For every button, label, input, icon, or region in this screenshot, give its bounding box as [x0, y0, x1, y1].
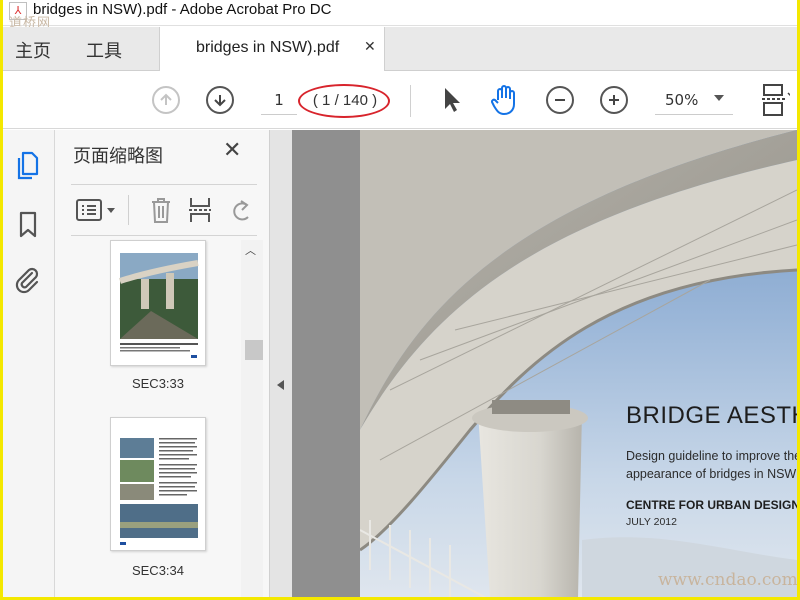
- page-thumbnail[interactable]: [110, 417, 206, 551]
- panel-collapse-strip[interactable]: [270, 130, 292, 597]
- cover-photo: [360, 130, 797, 597]
- navigation-rail: [3, 130, 55, 597]
- bookmark-icon[interactable]: [17, 210, 39, 240]
- document-organization: CENTRE FOR URBAN DESIGN: [626, 498, 797, 512]
- next-page-button[interactable]: [206, 86, 234, 114]
- thumbnail-image: [120, 438, 198, 545]
- acrobat-window: ⅄ bridges in NSW).pdf - Adobe Acrobat Pr…: [3, 0, 797, 597]
- thumbnail-panel: 页面缩略图 ✕ ︿ SEC3:33 SEC3:34: [55, 130, 270, 597]
- document-tab-label: bridges in NSW).pdf: [196, 39, 340, 56]
- page-display-icon[interactable]: [760, 83, 790, 117]
- tab-tools[interactable]: 工具: [86, 37, 122, 63]
- document-date: JULY 2012: [626, 516, 677, 528]
- page-thumbnails-icon[interactable]: [15, 150, 41, 180]
- rotate-page-icon[interactable]: [229, 197, 255, 225]
- close-panel-icon[interactable]: ✕: [223, 138, 241, 163]
- thumbnail-label: SEC3:34: [131, 563, 185, 578]
- thumbnail-label: SEC3:33: [131, 376, 185, 391]
- options-menu-icon[interactable]: [75, 197, 119, 223]
- arrow-up-icon: [160, 93, 172, 105]
- document-subtitle-line1: Design guideline to improve the: [626, 449, 797, 463]
- tab-bar: 主页 工具 bridges in NSW).pdf ✕: [3, 27, 797, 71]
- extract-page-icon[interactable]: [187, 195, 213, 225]
- title-bar: ⅄ bridges in NSW).pdf - Adobe Acrobat Pr…: [3, 0, 797, 31]
- page-count-container: ( 1 / 140 ): [298, 84, 390, 118]
- thumbnail-image: [119, 253, 199, 358]
- thumbnail-scrollbar[interactable]: [241, 240, 263, 597]
- zoom-in-button[interactable]: [600, 86, 628, 114]
- pdf-page[interactable]: BRIDGE AESTHETICS Design guideline to im…: [360, 130, 797, 597]
- highlight-ellipse: [298, 84, 390, 118]
- window-title: bridges in NSW).pdf - Adobe Acrobat Pro …: [33, 1, 332, 18]
- chevron-down-icon: [714, 95, 724, 101]
- main-toolbar: 1 ( 1 / 140 ) 50%: [3, 71, 797, 129]
- scrollbar-thumb[interactable]: [245, 340, 263, 360]
- hand-tool-icon[interactable]: [490, 84, 520, 116]
- attachment-icon[interactable]: [13, 263, 41, 295]
- select-tool-icon[interactable]: [441, 85, 463, 115]
- thumbnail-toolbar: [71, 184, 257, 236]
- delete-page-icon[interactable]: [149, 195, 173, 225]
- zoom-out-button[interactable]: [546, 86, 574, 114]
- page-thumbnail[interactable]: [110, 240, 206, 366]
- minus-icon: [555, 99, 565, 101]
- plus-icon: [609, 95, 619, 105]
- panel-title: 页面缩略图: [73, 146, 163, 167]
- arrow-down-icon: [214, 95, 226, 107]
- toolbar-divider: [410, 85, 411, 117]
- page-number-input[interactable]: 1: [261, 85, 297, 115]
- toolbar-separator: [128, 195, 129, 225]
- scroll-up-icon[interactable]: ︿: [245, 242, 256, 258]
- document-view[interactable]: BRIDGE AESTHETICS Design guideline to im…: [292, 130, 797, 597]
- watermark-url: www.cndao.com: [658, 570, 797, 590]
- document-subtitle-line2: appearance of bridges in NSW: [626, 467, 797, 481]
- collapse-left-icon[interactable]: [277, 380, 284, 390]
- close-tab-icon[interactable]: ✕: [364, 39, 376, 55]
- previous-page-button[interactable]: [152, 86, 180, 114]
- tab-home[interactable]: 主页: [15, 37, 51, 63]
- document-heading: BRIDGE AESTHETICS: [626, 402, 797, 429]
- tab-document[interactable]: bridges in NSW).pdf ✕: [159, 27, 385, 71]
